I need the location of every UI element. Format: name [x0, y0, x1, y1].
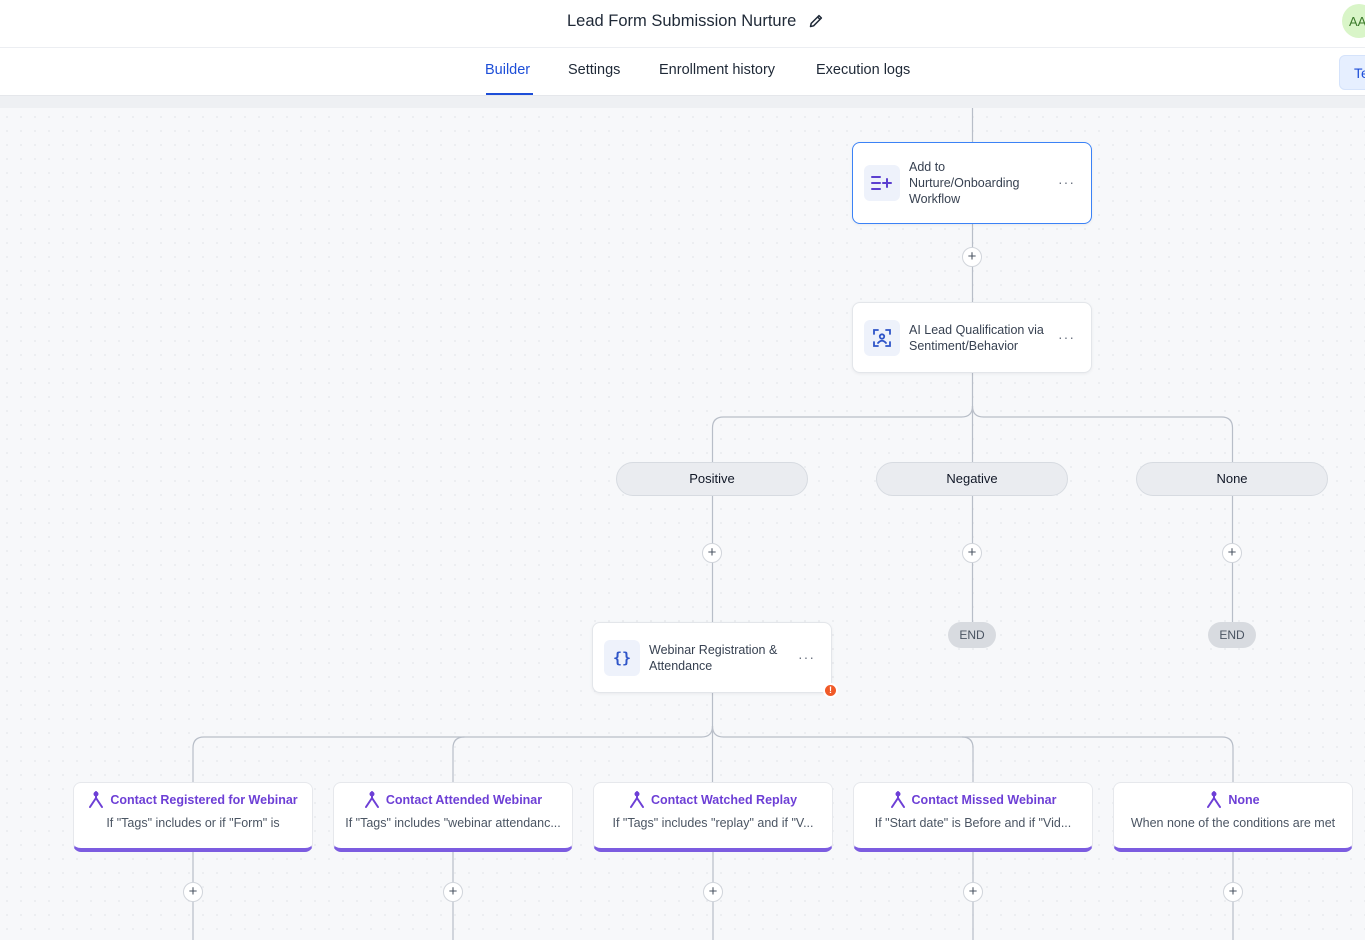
- branch-condition: If "Start date" is Before and if "Vid...: [874, 816, 1072, 830]
- condition-branch-watched-replay[interactable]: Contact Watched Replay If "Tags" include…: [593, 782, 833, 852]
- node-label: AI Lead Qualification via Sentiment/Beha…: [909, 323, 1044, 353]
- action-node-ai-lead-qualification[interactable]: AI Lead Qualification via Sentiment/Beha…: [852, 302, 1092, 373]
- branch-header: None: [1114, 791, 1352, 809]
- branch-title: Contact Attended Webinar: [385, 793, 543, 807]
- workflow-canvas[interactable]: Add to Nurture/Onboarding Workflow ··· +…: [0, 96, 1365, 940]
- tab-enrollment-history[interactable]: Enrollment history: [659, 62, 775, 78]
- add-to-workflow-icon: [864, 165, 900, 201]
- branch-header: Contact Missed Webinar: [854, 791, 1092, 809]
- pencil-icon[interactable]: [808, 13, 824, 29]
- branch-header: Contact Attended Webinar: [334, 791, 572, 809]
- condition-branch-missed[interactable]: Contact Missed Webinar If "Start date" i…: [853, 782, 1093, 852]
- branch-condition: If "Tags" includes "webinar attendanc...: [345, 816, 561, 830]
- code-braces-icon: {}: [604, 640, 640, 676]
- branch-condition: If "Tags" includes or if "Form" is: [106, 816, 280, 830]
- add-step-button[interactable]: +: [1223, 882, 1243, 902]
- condition-branch-registered[interactable]: Contact Registered for Webinar If "Tags"…: [73, 782, 313, 852]
- braces-glyph: {}: [612, 649, 632, 667]
- add-step-button[interactable]: +: [703, 882, 723, 902]
- condition-branch-none[interactable]: None When none of the conditions are met: [1113, 782, 1353, 852]
- tab-builder[interactable]: Builder: [485, 62, 530, 78]
- branch-title: Contact Missed Webinar: [911, 793, 1057, 807]
- add-step-button[interactable]: +: [702, 543, 722, 563]
- branch-pill-positive[interactable]: Positive: [616, 462, 808, 496]
- more-options-icon[interactable]: ···: [1058, 174, 1075, 190]
- tab-bar: Builder Settings Enrollment history Exec…: [0, 48, 1365, 96]
- branch-header: Contact Watched Replay: [594, 791, 832, 809]
- branch-pill-none[interactable]: None: [1136, 462, 1328, 496]
- condition-branch-attended[interactable]: Contact Attended Webinar If "Tags" inclu…: [333, 782, 573, 852]
- branch-title: None: [1228, 793, 1260, 807]
- branch-pill-negative[interactable]: Negative: [876, 462, 1068, 496]
- branch-fork-icon: [629, 791, 644, 808]
- warning-badge-icon[interactable]: !: [823, 683, 838, 698]
- end-marker: END: [948, 622, 996, 648]
- add-step-button[interactable]: +: [962, 247, 982, 267]
- tab-execution-logs[interactable]: Execution logs: [816, 62, 910, 78]
- end-marker: END: [1208, 622, 1256, 648]
- condition-node-webinar[interactable]: {} Webinar Registration & Attendance ···: [592, 622, 832, 693]
- action-node-add-to-workflow[interactable]: Add to Nurture/Onboarding Workflow ···: [852, 142, 1092, 224]
- more-options-icon[interactable]: ···: [798, 649, 815, 665]
- add-step-button[interactable]: +: [1222, 543, 1242, 563]
- workflow-title: Lead Form Submission Nurture: [567, 11, 797, 30]
- user-avatar[interactable]: AA: [1342, 4, 1365, 38]
- add-step-button[interactable]: +: [963, 882, 983, 902]
- branch-fork-icon: [1207, 791, 1222, 808]
- node-label: Webinar Registration & Attendance: [649, 643, 778, 673]
- add-step-button[interactable]: +: [962, 543, 982, 563]
- branch-fork-icon: [890, 791, 905, 808]
- branch-title: Contact Watched Replay: [650, 793, 798, 807]
- more-options-icon[interactable]: ···: [1058, 329, 1075, 345]
- avatar-initials: AA: [1349, 13, 1365, 29]
- workflow-title-group: Lead Form Submission Nurture: [567, 10, 824, 32]
- branch-title: Contact Registered for Webinar: [110, 793, 298, 807]
- branch-fork-icon: [89, 791, 104, 808]
- top-bar: Lead Form Submission Nurture AA: [0, 0, 1365, 48]
- add-step-button[interactable]: +: [443, 882, 463, 902]
- tab-settings[interactable]: Settings: [568, 62, 620, 78]
- branch-header: Contact Registered for Webinar: [74, 791, 312, 809]
- ai-scan-icon: [864, 320, 900, 356]
- test-workflow-button[interactable]: Te: [1339, 55, 1365, 90]
- active-tab-indicator: [486, 93, 533, 95]
- branch-condition: When none of the conditions are met: [1130, 816, 1336, 830]
- add-step-button[interactable]: +: [183, 882, 203, 902]
- node-label: Add to Nurture/Onboarding Workflow: [909, 160, 1020, 206]
- branch-fork-icon: [364, 791, 379, 808]
- branch-condition: If "Tags" includes "replay" and if "V...: [612, 816, 814, 830]
